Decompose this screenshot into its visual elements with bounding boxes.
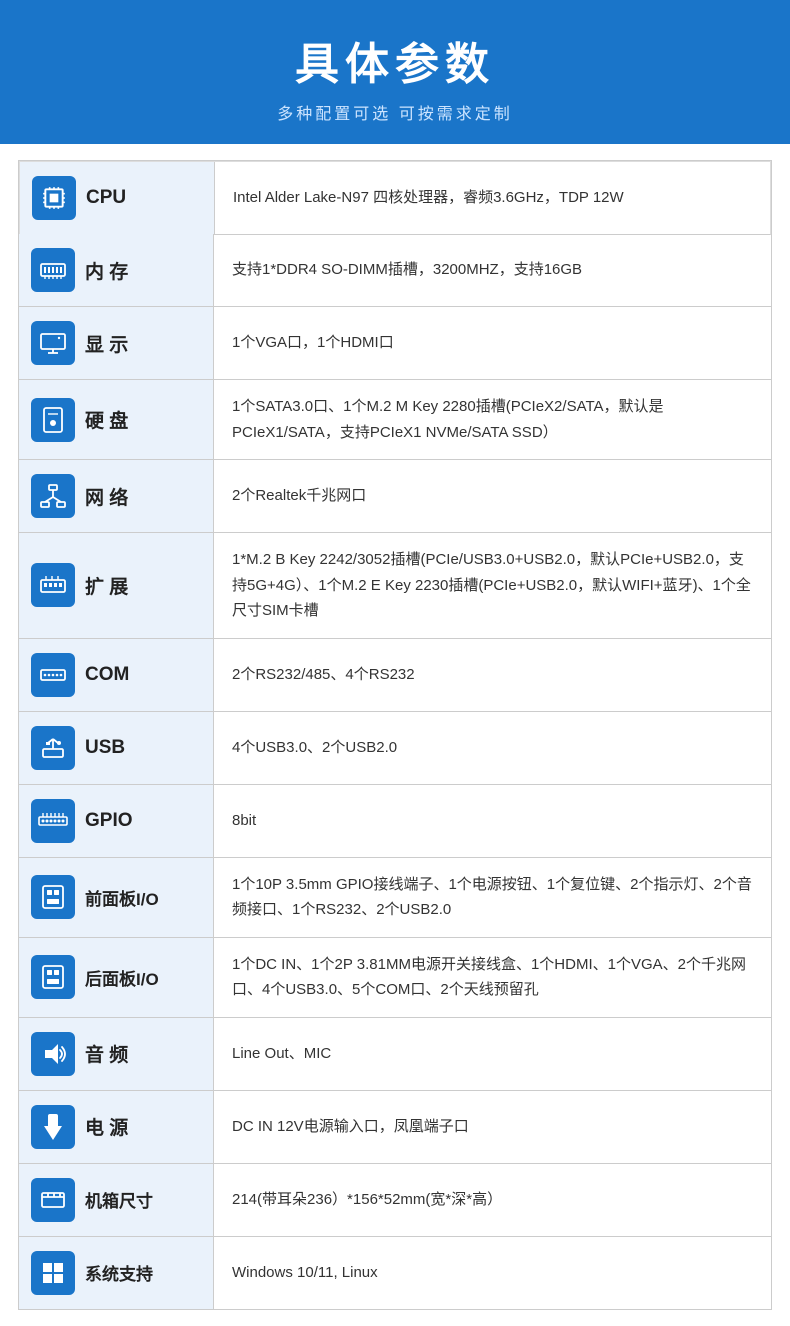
storage-value: 1个SATA3.0口、1个M.2 M Key 2280插槽(PCIeX2/SAT… [214,380,771,459]
label-audio: 音 频 [19,1018,214,1090]
storage-icon [31,398,75,442]
page-subtitle: 多种配置可选 可按需求定制 [20,100,770,124]
label-front-io: 前面板I/O [19,858,214,937]
os-label: 系统支持 [85,1260,153,1285]
front-io-value: 1个10P 3.5mm GPIO接线端子、1个电源按钮、1个复位键、2个指示灯、… [214,858,771,937]
label-network: 网 络 [19,460,214,532]
storage-label: 硬 盘 [85,406,128,433]
expand-icon [31,563,75,607]
audio-value: Line Out、MIC [214,1018,771,1090]
dimensions-label: 机箱尺寸 [85,1187,153,1212]
audio-label: 音 频 [85,1040,128,1067]
usb-value: 4个USB3.0、2个USB2.0 [214,712,771,784]
dimensions-icon [31,1178,75,1222]
row-expand: 扩 展 1*M.2 B Key 2242/3052插槽(PCIe/USB3.0+… [19,533,771,639]
row-usb: USB 4个USB3.0、2个USB2.0 [19,712,771,785]
label-power: 电 源 [19,1091,214,1163]
row-power: 电 源 DC IN 12V电源输入口，凤凰端子口 [19,1091,771,1164]
front-io-label: 前面板I/O [85,885,159,910]
gpio-label: GPIO [85,810,133,832]
network-label: 网 络 [85,483,128,510]
display-label: 显 示 [85,330,128,357]
label-expand: 扩 展 [19,533,214,638]
spec-rows: CPU Intel Alder Lake-N97 四核处理器，睿频3.6GHz，… [18,160,772,1310]
memory-icon [31,248,75,292]
os-value: Windows 10/11, Linux [214,1237,771,1309]
cpu-value: Intel Alder Lake-N97 四核处理器，睿频3.6GHz，TDP … [215,162,770,234]
display-icon [31,321,75,365]
row-com: COM 2个RS232/485、4个RS232 [19,639,771,712]
label-rear-io: 后面板I/O [19,938,214,1017]
row-network: 网 络 2个Realtek千兆网口 [19,460,771,533]
row-dimensions: 机箱尺寸 214(带耳朵236）*156*52mm(宽*深*高） [19,1164,771,1237]
gpio-icon [31,799,75,843]
power-icon [31,1105,75,1149]
label-cpu: CPU [20,162,215,234]
row-os: 系统支持 Windows 10/11, Linux [19,1237,771,1309]
label-dimensions: 机箱尺寸 [19,1164,214,1236]
row-display: 显 示 1个VGA口，1个HDMI口 [19,307,771,380]
label-memory: 内 存 [19,234,214,306]
memory-value: 支持1*DDR4 SO-DIMM插槽，3200MHZ，支持16GB [214,234,771,306]
cpu-icon [32,176,76,220]
label-storage: 硬 盘 [19,380,214,459]
usb-icon [31,726,75,770]
network-icon [31,474,75,518]
label-gpio: GPIO [19,785,214,857]
com-value: 2个RS232/485、4个RS232 [214,639,771,711]
expand-label: 扩 展 [85,572,128,599]
header: 具体参数 多种配置可选 可按需求定制 [0,0,790,144]
label-display: 显 示 [19,307,214,379]
os-icon [31,1251,75,1295]
row-rear-io: 后面板I/O 1个DC IN、1个2P 3.81MM电源开关接线盒、1个HDMI… [19,938,771,1018]
row-gpio: GPIO 8bit [19,785,771,858]
rear-io-label: 后面板I/O [85,965,159,990]
com-label: COM [85,664,129,686]
cpu-label: CPU [86,187,126,209]
row-front-io: 前面板I/O 1个10P 3.5mm GPIO接线端子、1个电源按钮、1个复位键… [19,858,771,938]
label-com: COM [19,639,214,711]
row-audio: 音 频 Line Out、MIC [19,1018,771,1091]
usb-label: USB [85,737,125,759]
rear-io-icon [31,955,75,999]
display-value: 1个VGA口，1个HDMI口 [214,307,771,379]
power-value: DC IN 12V电源输入口，凤凰端子口 [214,1091,771,1163]
power-label: 电 源 [85,1113,128,1140]
com-icon [31,653,75,697]
label-usb: USB [19,712,214,784]
front-io-icon [31,875,75,919]
gpio-value: 8bit [214,785,771,857]
memory-label: 内 存 [85,257,128,284]
row-cpu: CPU Intel Alder Lake-N97 四核处理器，睿频3.6GHz，… [19,161,771,235]
rear-io-value: 1个DC IN、1个2P 3.81MM电源开关接线盒、1个HDMI、1个VGA、… [214,938,771,1017]
expand-value: 1*M.2 B Key 2242/3052插槽(PCIe/USB3.0+USB2… [214,533,771,638]
network-value: 2个Realtek千兆网口 [214,460,771,532]
row-storage: 硬 盘 1个SATA3.0口、1个M.2 M Key 2280插槽(PCIeX2… [19,380,771,460]
spec-table-container: CPU Intel Alder Lake-N97 四核处理器，睿频3.6GHz，… [0,144,790,1326]
row-memory: 内 存 支持1*DDR4 SO-DIMM插槽，3200MHZ，支持16GB [19,234,771,307]
label-os: 系统支持 [19,1237,214,1309]
audio-icon [31,1032,75,1076]
page-title: 具体参数 [20,28,770,92]
dimensions-value: 214(带耳朵236）*156*52mm(宽*深*高） [214,1164,771,1236]
